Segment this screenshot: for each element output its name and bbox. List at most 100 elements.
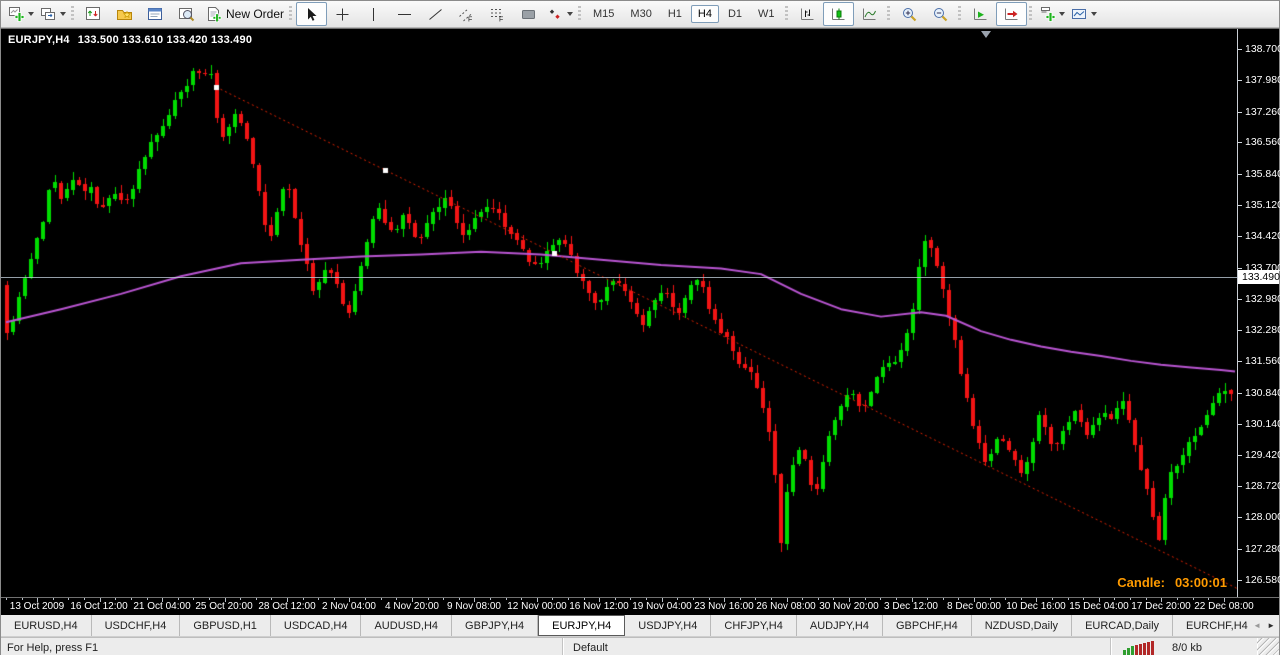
templates-button[interactable] [1068, 2, 1100, 26]
chart-tab-audusd[interactable]: AUDUSD,H4 [361, 615, 452, 636]
toolbar-grip [887, 6, 890, 22]
bar-chart-button[interactable] [792, 2, 823, 26]
time-axis-label: 15 Dec 04:00 [1069, 601, 1129, 612]
time-axis-tick [630, 598, 631, 600]
chart-window: EURJPY,H4133.500 133.610 133.420 133.490… [1, 28, 1279, 614]
indicators-button[interactable] [1036, 2, 1068, 26]
chart-tab-eurjpy[interactable]: EURJPY,H4 [538, 615, 625, 636]
time-axis-label: 21 Oct 04:00 [133, 601, 190, 612]
chart-tab-audjpy[interactable]: AUDJPY,H4 [797, 615, 883, 636]
status-profile[interactable]: Default [563, 638, 1111, 655]
time-axis-tick [1068, 598, 1069, 600]
trendline-button[interactable] [420, 2, 451, 26]
strategy-tester-button[interactable] [171, 2, 202, 26]
chart-tab-usdjpy[interactable]: USDJPY,H4 [625, 615, 711, 636]
equidistant-channel-button[interactable]: F [451, 2, 482, 26]
chart-tab-gbpusd[interactable]: GBPUSD,H1 [180, 615, 271, 636]
price-axis-label: 127.280 [1238, 543, 1279, 555]
terminal-button[interactable] [140, 2, 171, 26]
time-axis-tick [84, 598, 85, 600]
strategy-tester-icon [178, 6, 195, 23]
chart-shift-button[interactable] [996, 2, 1027, 26]
time-axis: 13 Oct 200916 Oct 12:0021 Oct 04:0025 Oc… [1, 597, 1279, 615]
auto-scroll-button[interactable] [965, 2, 996, 26]
time-axis-tick [68, 598, 69, 600]
price-axis-label: 130.140 [1238, 418, 1279, 430]
time-axis-tick [833, 598, 834, 600]
chart-tab-eurcad[interactable]: EURCAD,Daily [1072, 615, 1173, 636]
terminal-icon [147, 6, 164, 23]
time-axis-tick [349, 598, 350, 602]
resize-grip[interactable] [1257, 638, 1279, 655]
time-axis-tick [1114, 598, 1115, 600]
chart-tab-usdcad[interactable]: USDCAD,H4 [271, 615, 362, 636]
crosshair-button[interactable] [327, 2, 358, 26]
timeframe-button-m30[interactable]: M30 [623, 5, 658, 23]
candlestick-chart-button[interactable] [823, 2, 854, 26]
timeframe-button-d1[interactable]: D1 [721, 5, 749, 23]
horizontal-line-button[interactable] [389, 2, 420, 26]
time-axis-label: 30 Nov 20:00 [819, 601, 879, 612]
time-axis-label: 26 Nov 08:00 [756, 601, 816, 612]
tabs-scroll-left-button[interactable]: ◄ [1253, 621, 1261, 630]
new-chart-button[interactable] [5, 2, 37, 26]
toolbar-grip [289, 6, 292, 22]
time-axis-tick [1224, 598, 1225, 602]
profiles-icon [40, 6, 57, 23]
time-axis-tick [506, 598, 507, 600]
line-chart-icon [861, 6, 878, 23]
zoom-in-button[interactable] [894, 2, 925, 26]
time-axis-tick [22, 598, 23, 600]
market-watch-button[interactable] [78, 2, 109, 26]
timeframe-button-m15[interactable]: M15 [586, 5, 621, 23]
time-axis-tick [958, 598, 959, 600]
time-axis-tick [396, 598, 397, 600]
time-axis-tick [240, 598, 241, 600]
zoom-out-button[interactable] [925, 2, 956, 26]
candle-countdown-value: 03:00:01 [1175, 575, 1227, 590]
chart-tab-nzdusd[interactable]: NZDUSD,Daily [972, 615, 1072, 636]
line-chart-button[interactable] [854, 2, 885, 26]
time-axis-tick [865, 598, 866, 600]
candle-countdown-label: Candle: [1117, 575, 1165, 590]
chart-tab-gbpchf[interactable]: GBPCHF,H4 [883, 615, 972, 636]
time-axis-tick [209, 598, 210, 600]
vertical-line-button[interactable] [358, 2, 389, 26]
profiles-caret-icon [60, 12, 66, 16]
time-axis-tick [271, 598, 272, 600]
profiles-button[interactable] [37, 2, 69, 26]
chart-tab-eurusd[interactable]: EURUSD,H4 [1, 615, 92, 636]
new-chart-icon [8, 6, 25, 23]
zoom-in-icon [901, 6, 918, 23]
toolbar-group-line-studies: F F [287, 1, 576, 27]
price-axis-label: 134.420 [1238, 230, 1279, 242]
time-axis-tick [131, 598, 132, 600]
arrow-symbols-button[interactable] [544, 2, 576, 26]
tabs-scroll-right-button[interactable]: ► [1267, 621, 1275, 630]
time-axis-tick [303, 598, 304, 600]
time-axis-tick [1021, 598, 1022, 600]
time-axis-tick [53, 598, 54, 600]
bar-chart-icon [799, 6, 816, 23]
chart-tab-gbpjpy[interactable]: GBPJPY,H4 [452, 615, 538, 636]
timeframe-button-w1[interactable]: W1 [751, 5, 782, 23]
shapes-button[interactable] [513, 2, 544, 26]
timeframe-button-h1[interactable]: H1 [661, 5, 689, 23]
price-chart-canvas[interactable] [1, 29, 1237, 597]
time-axis-tick [802, 598, 803, 600]
time-axis-tick [115, 598, 116, 600]
horizontal-line-icon [396, 6, 413, 23]
chart-tab-usdchf[interactable]: USDCHF,H4 [92, 615, 181, 636]
timeframe-button-h4[interactable]: H4 [691, 5, 719, 23]
cursor-button[interactable] [296, 2, 327, 26]
navigator-button[interactable] [109, 2, 140, 26]
toolbar-group-panels: New Order [69, 1, 287, 27]
time-axis-tick [990, 598, 991, 600]
fibonacci-retracement-button[interactable]: F [482, 2, 513, 26]
chart-tab-chfjpy[interactable]: CHFJPY,H4 [711, 615, 796, 636]
chart-shift-marker-icon[interactable] [981, 31, 991, 38]
new-order-button[interactable]: New Order [202, 2, 287, 26]
time-axis-tick [849, 598, 850, 602]
vertical-line-icon [365, 6, 382, 23]
chart-tab-eurchf[interactable]: EURCHF,H4 [1173, 615, 1249, 636]
